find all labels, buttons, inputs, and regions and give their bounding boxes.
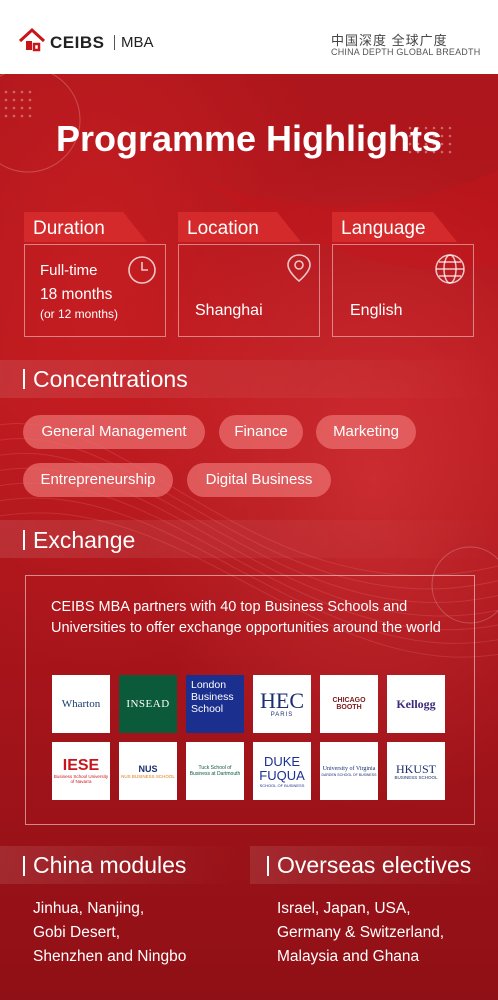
duration-line-1: Full-time <box>40 262 98 279</box>
location-value: Shanghai <box>195 302 263 319</box>
ceibs-logo-icon <box>18 27 46 52</box>
concentration-pill: Finance <box>219 415 303 449</box>
duke-logo-text: DUKE <box>263 753 301 769</box>
highlights-page: CEIBS MBA 中国深度 全球广度 CHINA DEPTH GLOBAL B… <box>0 0 498 1000</box>
page-title: Programme Highlights <box>55 118 443 159</box>
hec-logo-sub: PARIS <box>270 712 294 718</box>
iese-logo-sub: Business School University of Navarra <box>53 774 109 784</box>
fuqua-logo-text: FUQUA <box>259 767 305 783</box>
tuck-logo-text: Tuck School of Business at Dartmouth <box>189 765 241 777</box>
tagline-english: CHINA DEPTH GLOBAL BREADTH <box>331 47 481 57</box>
concentration-pill: General Management <box>23 415 205 449</box>
language-value: English <box>350 302 403 319</box>
darden-logo: University of Virginia DARDEN SCHOOL OF … <box>320 742 378 800</box>
globe-icon <box>435 254 465 284</box>
wharton-logo: Wharton <box>52 675 110 733</box>
darden-logo-text: University of Virginia <box>322 765 376 772</box>
hec-logo-text: HEC <box>260 688 304 713</box>
language-tab: Language <box>332 212 433 242</box>
exchange-marker <box>23 530 25 550</box>
kellogg-logo: Kellogg <box>387 675 445 733</box>
overseas-electives-marker <box>267 856 269 876</box>
duke-logo-sub: SCHOOL OF BUSINESS <box>259 782 305 788</box>
concentration-pill: Entrepreneurship <box>23 463 173 497</box>
duke-fuqua-logo: DUKE FUQUA SCHOOL OF BUSINESS <box>253 742 311 800</box>
duration-tab-corner <box>123 212 147 242</box>
lbs-logo-text: London Business School <box>191 679 234 715</box>
nus-logo-text: NUS <box>138 763 158 774</box>
clock-icon <box>128 256 156 284</box>
duration-line-3: (or 12 months) <box>40 307 119 321</box>
overseas-electives-heading: Overseas electives <box>277 852 472 878</box>
hkust-logo-text: HKUST <box>395 761 436 776</box>
nus-logo-sub: NUS BUSINESS SCHOOL <box>121 773 175 779</box>
kellogg-logo-text: Kellogg <box>396 696 436 711</box>
exchange-description: CEIBS MBA partners with 40 top Business … <box>51 599 441 636</box>
tuck-logo: Tuck School of Business at Dartmouth <box>186 742 244 800</box>
exchange-heading: Exchange <box>33 527 136 553</box>
location-tab-corner <box>277 212 301 242</box>
duration-line-2: 18 months <box>40 286 113 303</box>
hkust-logo: HKUST BUSINESS SCHOOL <box>387 742 445 800</box>
insead-logo-text: INSEAD <box>126 698 170 710</box>
china-modules-heading: China modules <box>33 852 187 878</box>
darden-logo-sub: DARDEN SCHOOL OF BUSINESS <box>321 772 377 777</box>
header-bar: CEIBS MBA 中国深度 全球广度 CHINA DEPTH GLOBAL B… <box>0 0 498 74</box>
concentrations-marker <box>23 369 25 389</box>
brand-name: CEIBS <box>50 33 105 52</box>
language-tab-corner <box>433 212 457 242</box>
overseas-electives-text: Israel, Japan, USA, Germany & Switzerlan… <box>277 900 445 965</box>
chicago-booth-logo: CHICAGO BOOTH <box>320 675 378 733</box>
booth-logo-text: CHICAGO BOOTH <box>332 697 366 711</box>
hkust-logo-sub: BUSINESS SCHOOL <box>394 774 438 780</box>
iese-logo: IESE Business School University of Navar… <box>52 742 110 800</box>
duration-tab: Duration <box>24 212 123 242</box>
location-tab: Location <box>178 212 277 242</box>
concentrations-heading: Concentrations <box>33 366 188 392</box>
concentration-pill: Digital Business <box>187 463 331 497</box>
map-pin-icon <box>287 254 311 283</box>
brand-separator <box>114 35 115 50</box>
wharton-logo-text: Wharton <box>61 698 101 710</box>
concentration-pill: Marketing <box>316 415 416 449</box>
iese-logo-text: IESE <box>62 757 100 774</box>
insead-logo: INSEAD <box>119 675 177 733</box>
china-modules-text: Jinhua, Nanjing, Gobi Desert, Shenzhen a… <box>33 900 187 965</box>
hec-paris-logo: HEC PARIS <box>253 675 311 733</box>
program-name: MBA <box>121 34 154 51</box>
nus-logo: NUS NUS BUSINESS SCHOOL <box>119 742 177 800</box>
china-modules-marker <box>23 856 25 876</box>
london-business-school-logo: London Business School <box>186 675 244 733</box>
